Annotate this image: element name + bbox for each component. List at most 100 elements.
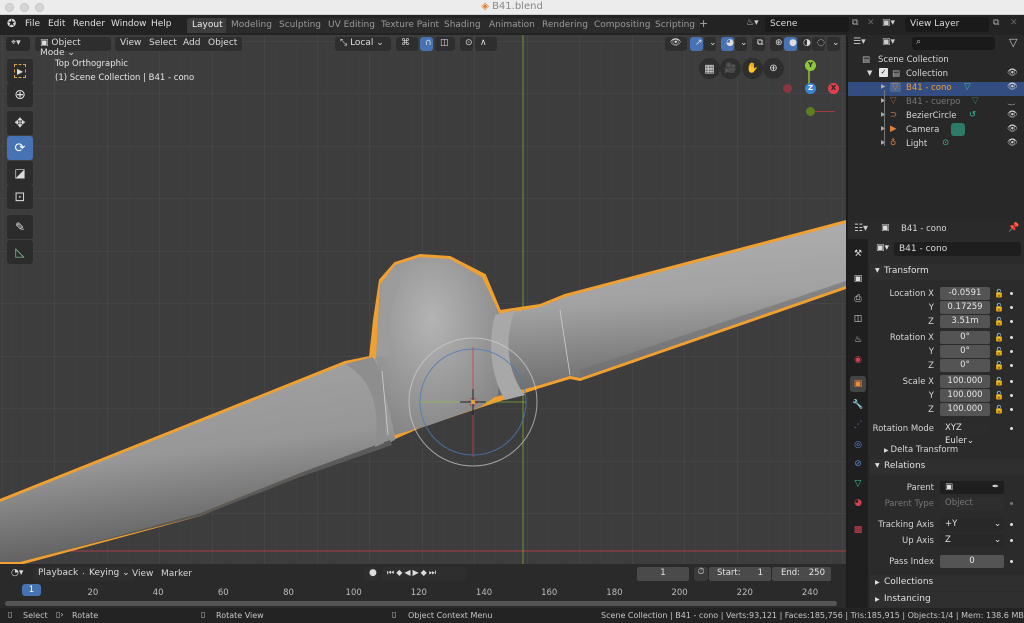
record-button[interactable]: ●	[364, 567, 377, 581]
rotation-z-field[interactable]: 0°	[940, 359, 990, 372]
outliner-item-b41-cuerpo[interactable]: ▶▽B41 - cuerpo▽‿	[848, 96, 1024, 110]
eye-icon[interactable]: 👁	[1007, 68, 1018, 78]
gizmo-neg-x-axis[interactable]	[783, 84, 792, 93]
gizmo-dropdown[interactable]: ⌄	[704, 37, 717, 51]
tool-move[interactable]: ✥	[7, 111, 33, 135]
tab-object[interactable]: ▣	[850, 376, 866, 392]
scene-selector-icon[interactable]: ♨▾	[746, 18, 759, 28]
transform-orientation-dropdown[interactable]: ⤡ Local ⌄	[335, 37, 391, 51]
shading-wireframe[interactable]: ⊕	[770, 37, 783, 51]
gizmo-neg-y-axis[interactable]	[806, 107, 815, 116]
next-keyframe-icon[interactable]: ◆	[421, 568, 429, 577]
snap-target-dropdown[interactable]: ◫	[435, 37, 455, 51]
zoom-view-button[interactable]: ⊕	[763, 58, 784, 79]
expand-arrow-icon[interactable]: ▼	[867, 69, 872, 77]
rotation-mode-dropdown[interactable]: XYZ Euler⌄	[940, 422, 990, 446]
3d-viewport[interactable]: Top Orthographic (1) Scene Collection | …	[0, 35, 846, 564]
mesh-data-icon[interactable]: ▽	[972, 96, 979, 106]
relations-panel-header[interactable]: ▼ Relations	[870, 459, 1024, 475]
remove-view-layer-icon[interactable]: ✕	[1010, 18, 1018, 28]
jump-end-icon[interactable]: ⏭	[429, 568, 438, 577]
tool-measure[interactable]: ◺	[7, 240, 33, 264]
shading-material[interactable]: ◑	[798, 37, 811, 51]
keyframe-dot[interactable]	[1010, 320, 1013, 323]
tool-cursor[interactable]: ⊕	[7, 83, 33, 107]
camera-view-button[interactable]: 🎥	[720, 58, 741, 79]
expand-arrow-icon[interactable]: ▶	[881, 83, 886, 90]
lock-icon[interactable]: 🔓	[994, 361, 1004, 370]
view-layer-selector-icon[interactable]: ▣▾	[882, 18, 895, 28]
timeline-scrollbar[interactable]	[5, 601, 837, 606]
outliner-filter-view[interactable]: ▣▾	[882, 37, 895, 47]
keyframe-dot[interactable]	[1010, 560, 1013, 563]
eye-closed-icon[interactable]: ‿	[1008, 96, 1015, 106]
transform-panel-header[interactable]: ▼ Transform	[870, 264, 1024, 280]
pan-view-button[interactable]: ✋	[742, 58, 763, 79]
lock-icon[interactable]: 🔓	[994, 391, 1004, 400]
menu-object[interactable]: Object	[203, 37, 243, 51]
keyframe-dot[interactable]	[1010, 427, 1013, 430]
properties-editor-type[interactable]: ☷▾	[854, 223, 868, 234]
scene-field[interactable]: Scene	[765, 17, 849, 32]
up-axis-dropdown[interactable]: Z ⌄	[940, 534, 1004, 547]
rotation-y-field[interactable]: 0°	[940, 345, 990, 358]
gizmo-z-axis[interactable]: Z	[805, 83, 816, 94]
lock-icon[interactable]: 🔓	[994, 377, 1004, 386]
scale-x-field[interactable]: 100.000	[940, 375, 990, 388]
gizmo-toggle[interactable]: ↗	[690, 37, 703, 51]
menu-keying[interactable]: Keying ⌄	[84, 567, 135, 581]
toggle-ortho-button[interactable]: ▦	[699, 58, 720, 79]
tab-modifiers[interactable]: 🔧	[850, 397, 866, 413]
checkbox-icon[interactable]: ✓	[879, 68, 888, 77]
menu-window[interactable]: Window	[111, 19, 147, 29]
end-frame-field[interactable]: End: 250	[772, 567, 831, 581]
shading-rendered[interactable]: ◌	[812, 37, 825, 51]
parent-field[interactable]: ▣ ✒	[940, 481, 1004, 494]
keyframe-dot[interactable]	[1010, 292, 1013, 295]
location-y-field[interactable]: 0.17259	[940, 301, 990, 314]
outliner-item-light[interactable]: ▶♁Light⊙👁	[848, 138, 1024, 152]
menu-marker[interactable]: Marker	[161, 569, 192, 579]
camera-data-icon[interactable]	[951, 123, 965, 136]
tool-rotate[interactable]: ⟳	[7, 136, 33, 160]
tab-texture-paint[interactable]: Texture Paint	[376, 18, 445, 33]
mesh-data-icon[interactable]: ▽	[964, 82, 971, 92]
parent-type-dropdown[interactable]: Object	[940, 497, 1004, 510]
delta-transform-header[interactable]: ▶ Delta Transform	[884, 445, 958, 455]
menu-view[interactable]: View	[115, 37, 147, 51]
use-preview-range-toggle[interactable]: ⏱	[694, 567, 708, 581]
menu-help[interactable]: Help	[151, 19, 172, 29]
outliner-item-camera[interactable]: ▶▶Camera👁	[848, 123, 1024, 138]
keyframe-dot[interactable]	[1010, 539, 1013, 542]
keyframe-dot[interactable]	[1010, 336, 1013, 339]
tab-sculpting[interactable]: Sculpting	[274, 18, 327, 33]
tab-uv-editing[interactable]: UV Editing	[323, 18, 380, 33]
menu-file[interactable]: File	[25, 19, 40, 29]
object-name-field[interactable]: B41 - cono	[894, 242, 1021, 256]
tool-select-box[interactable]: ▸	[7, 59, 33, 83]
menu-timeline-view[interactable]: View	[132, 569, 153, 579]
scale-z-field[interactable]: 100.000	[940, 403, 990, 416]
overlays-dropdown[interactable]: ⌄	[735, 37, 748, 51]
new-scene-icon[interactable]: ⧉	[852, 18, 858, 28]
collections-panel-header[interactable]: ▶ Collections	[870, 575, 1024, 591]
tool-scale[interactable]: ◪	[7, 161, 33, 185]
lock-icon[interactable]: 🔓	[994, 289, 1004, 298]
object-data-dropdown[interactable]: ▣▾	[876, 243, 889, 253]
play-reverse-icon[interactable]: ◀	[404, 568, 412, 577]
start-frame-field[interactable]: Start: 1	[709, 567, 771, 581]
pin-icon[interactable]: 📌	[1008, 223, 1019, 233]
play-icon[interactable]: ▶	[413, 568, 421, 577]
tab-scripting[interactable]: Scripting	[650, 18, 701, 33]
outliner-item-b41-cono[interactable]: ▶ ▽ B41 - cono ▽ 👁	[848, 82, 1024, 96]
scale-y-field[interactable]: 100.000	[940, 389, 990, 402]
eye-icon[interactable]: 👁	[1007, 110, 1018, 120]
gizmo-x-axis[interactable]: X	[828, 83, 839, 94]
gizmo-y-axis[interactable]: Y	[805, 60, 816, 71]
add-workspace-button[interactable]: +	[699, 17, 708, 30]
keyframe-dot[interactable]	[1010, 350, 1013, 353]
tab-world[interactable]: ◉	[850, 352, 866, 368]
keyframe-dot[interactable]	[1010, 523, 1013, 526]
menu-add[interactable]: Add	[178, 37, 206, 51]
outliner-item-beziercircle[interactable]: ▶⊃BezierCircle↺👁	[848, 110, 1024, 124]
